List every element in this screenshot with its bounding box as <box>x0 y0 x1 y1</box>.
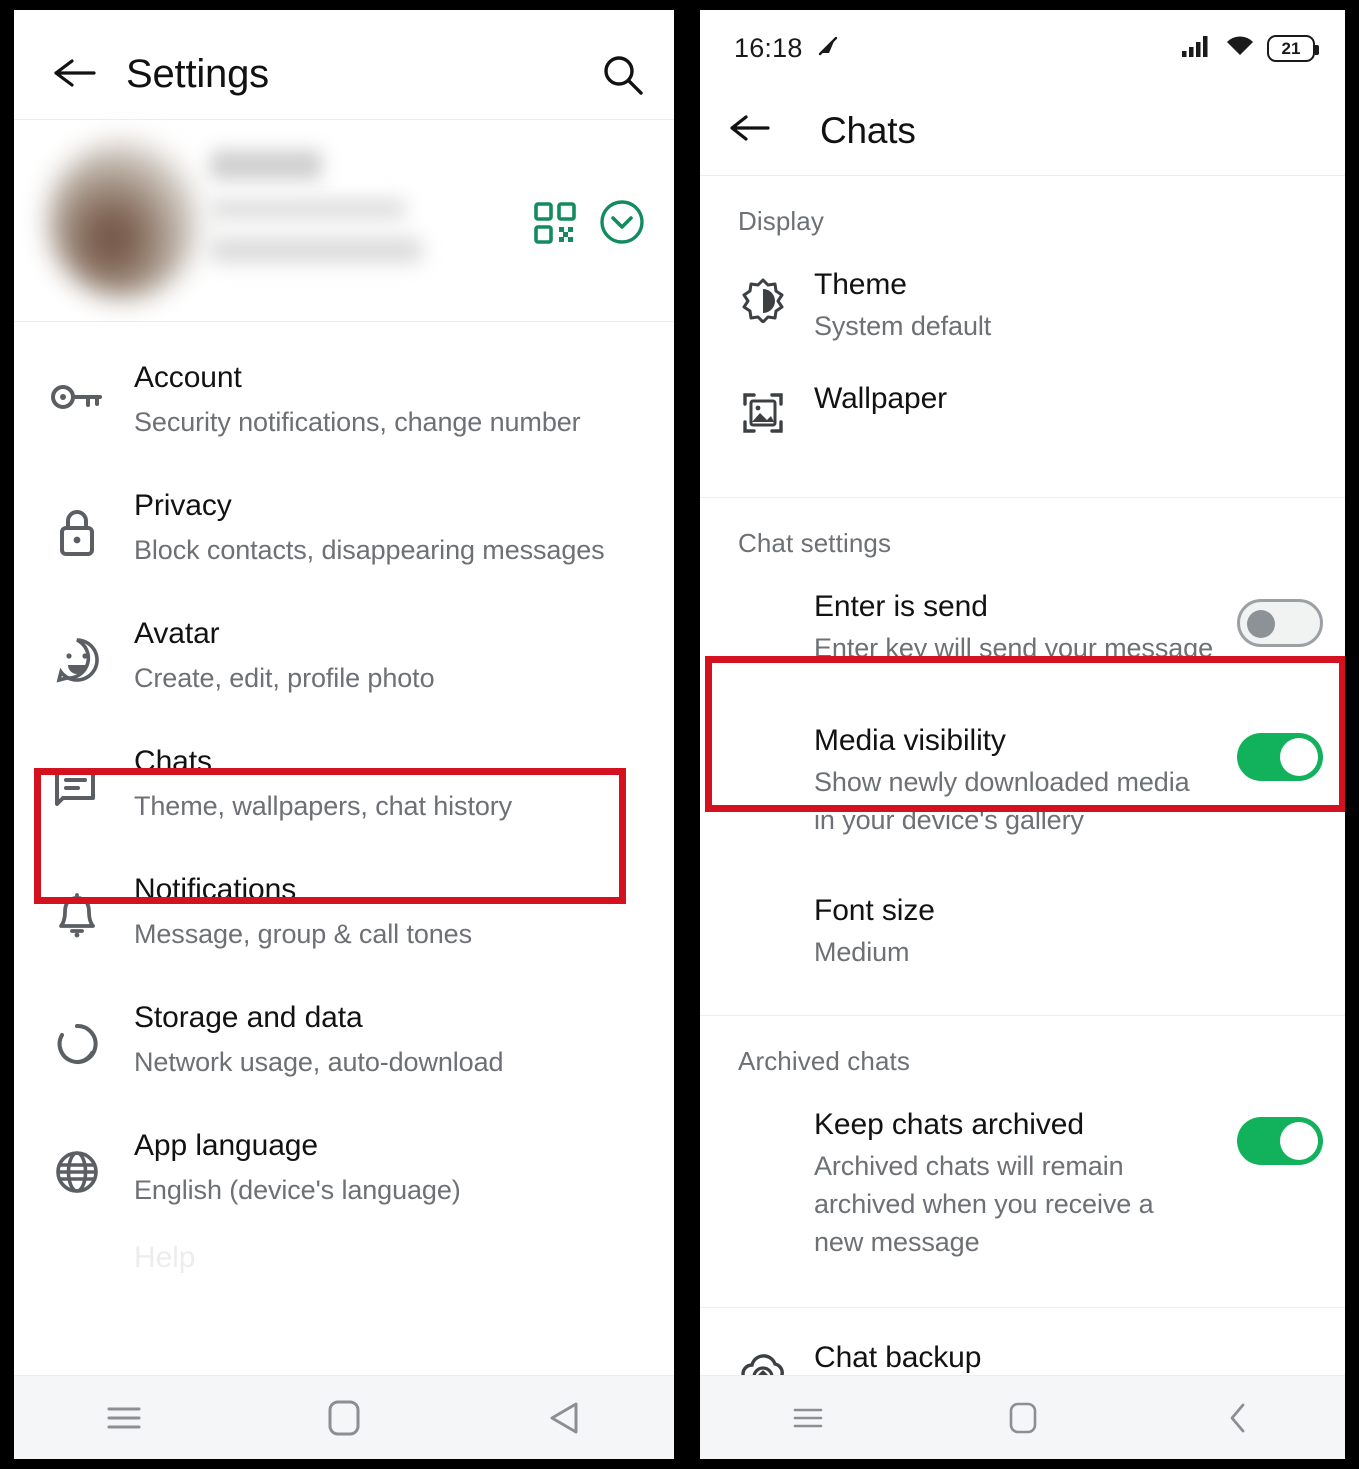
settings-item-help[interactable]: Help <box>14 1232 674 1278</box>
key-icon <box>34 358 120 414</box>
chats-item-chat-backup[interactable]: Chat backup <box>700 1308 1345 1375</box>
chats-item-keep-chats-archived[interactable]: Keep chats archived Archived chats will … <box>700 1091 1345 1281</box>
chats-item-subtitle: Archived chats will remain archived when… <box>814 1151 1154 1257</box>
settings-item-title: Chats <box>134 745 212 778</box>
settings-item-storage-and-data[interactable]: Storage and data Network usage, auto-dow… <box>14 976 674 1104</box>
battery-level: 21 <box>1281 38 1301 58</box>
chats-item-title: Theme <box>814 268 907 301</box>
page-title: Settings <box>126 52 269 96</box>
globe-icon <box>34 1126 120 1196</box>
chats-settings-scroll[interactable]: Display Theme System default Wallpaper C… <box>700 176 1345 1375</box>
storage-icon <box>34 998 120 1068</box>
section-header-archived-chats: Archived chats <box>738 1046 910 1076</box>
settings-list-scroll[interactable]: Account Security notifications, change n… <box>14 322 674 1459</box>
settings-item-subtitle: Block contacts, disappearing messages <box>134 535 605 565</box>
settings-item-avatar[interactable]: Avatar Create, edit, profile photo <box>14 592 674 720</box>
chats-item-wallpaper[interactable]: Wallpaper <box>700 365 1345 455</box>
chats-item-subtitle: System default <box>814 311 992 341</box>
battery-icon: 21 <box>1267 34 1319 62</box>
lock-icon <box>34 486 120 558</box>
wallpaper-icon <box>722 379 804 435</box>
settings-item-subtitle: Network usage, auto-download <box>134 1047 504 1077</box>
settings-item-title: App language <box>134 1129 318 1162</box>
back-triangle-icon[interactable] <box>519 1388 609 1448</box>
cellular-signal-icon <box>1181 34 1213 63</box>
section-header-chat-settings: Chat settings <box>738 528 892 558</box>
settings-item-subtitle: Message, group & call tones <box>134 919 472 949</box>
chats-item-enter-is-send[interactable]: Enter is send Enter key will send your m… <box>700 573 1345 687</box>
settings-item-app-language[interactable]: App language English (device's language) <box>14 1104 674 1232</box>
chats-item-media-visibility[interactable]: Media visibility Show newly downloaded m… <box>700 687 1345 869</box>
android-navbar-left <box>14 1375 674 1459</box>
chats-item-title: Enter is send <box>814 590 988 623</box>
arrow-left-icon[interactable] <box>728 114 770 147</box>
profile-row[interactable] <box>14 120 674 322</box>
android-statusbar: 16:18 21 <box>700 10 1345 86</box>
settings-item-title: Account <box>134 361 242 394</box>
settings-item-account[interactable]: Account Security notifications, change n… <box>14 336 674 464</box>
settings-item-title: Avatar <box>134 617 220 650</box>
home-square-icon[interactable] <box>299 1388 389 1448</box>
chats-settings-screen: 16:18 21 Chats Display Theme System defa… <box>700 10 1345 1459</box>
bell-icon <box>34 870 120 942</box>
qr-code-icon[interactable] <box>534 202 576 244</box>
profile-name-redacted <box>210 150 322 180</box>
settings-item-subtitle: Create, edit, profile photo <box>134 663 435 693</box>
chats-appbar: Chats <box>700 86 1345 176</box>
profile-status-redacted <box>210 198 406 220</box>
settings-item-subtitle: English (device's language) <box>134 1175 461 1205</box>
avatar <box>48 140 200 298</box>
chats-item-title: Font size <box>814 894 935 927</box>
arrow-left-icon[interactable] <box>52 58 96 88</box>
cloud-upload-icon <box>722 1338 804 1375</box>
help-icon <box>34 1238 120 1260</box>
chats-item-subtitle: Medium <box>814 937 910 967</box>
status-time: 16:18 <box>734 32 803 63</box>
chats-item-title: Wallpaper <box>814 382 948 415</box>
chats-item-subtitle: Show newly downloaded media in your devi… <box>814 767 1190 835</box>
home-square-icon[interactable] <box>978 1388 1068 1448</box>
wifi-icon <box>1225 34 1255 63</box>
theme-icon <box>722 265 804 323</box>
chats-item-title: Media visibility <box>814 724 1006 757</box>
enter-is-send-toggle[interactable] <box>1237 599 1323 647</box>
settings-item-title: Privacy <box>134 489 232 522</box>
chats-icon <box>34 742 120 808</box>
settings-item-subtitle: Theme, wallpapers, chat history <box>134 791 513 821</box>
profile-phone-redacted <box>210 238 422 262</box>
settings-screen: Settings Account Security notifications,… <box>14 10 674 1459</box>
page-title: Chats <box>820 109 916 151</box>
chats-item-theme[interactable]: Theme System default <box>700 251 1345 365</box>
media-visibility-toggle[interactable] <box>1237 733 1323 781</box>
settings-list: Account Security notifications, change n… <box>14 322 674 1278</box>
settings-item-chats[interactable]: Chats Theme, wallpapers, chat history <box>14 720 674 848</box>
status-updates-icon[interactable] <box>598 198 646 246</box>
settings-item-subtitle: Security notifications, change number <box>134 407 581 437</box>
keep-chats-archived-toggle[interactable] <box>1237 1117 1323 1165</box>
settings-appbar: Settings <box>14 10 674 120</box>
chats-item-subtitle: Enter key will send your message <box>814 633 1213 663</box>
avatar-icon <box>34 614 120 684</box>
menu-icon[interactable] <box>763 1388 853 1448</box>
chats-item-font-size[interactable]: Font size Medium <box>700 869 1345 991</box>
silent-mode-icon <box>815 33 841 64</box>
settings-item-privacy[interactable]: Privacy Block contacts, disappearing mes… <box>14 464 674 592</box>
screenshot-root: Settings Account Security notifications,… <box>0 0 1359 1469</box>
settings-item-title: Help <box>134 1241 196 1274</box>
settings-item-notifications[interactable]: Notifications Message, group & call tone… <box>14 848 674 976</box>
chats-item-title: Keep chats archived <box>814 1108 1084 1141</box>
settings-item-title: Notifications <box>134 873 297 906</box>
chevron-left-icon[interactable] <box>1193 1388 1283 1448</box>
chats-item-title: Chat backup <box>814 1341 982 1374</box>
section-header-display: Display <box>738 206 824 236</box>
settings-item-title: Storage and data <box>134 1001 363 1034</box>
menu-icon[interactable] <box>79 1388 169 1448</box>
search-icon[interactable] <box>600 52 646 98</box>
android-navbar-right <box>700 1375 1345 1459</box>
